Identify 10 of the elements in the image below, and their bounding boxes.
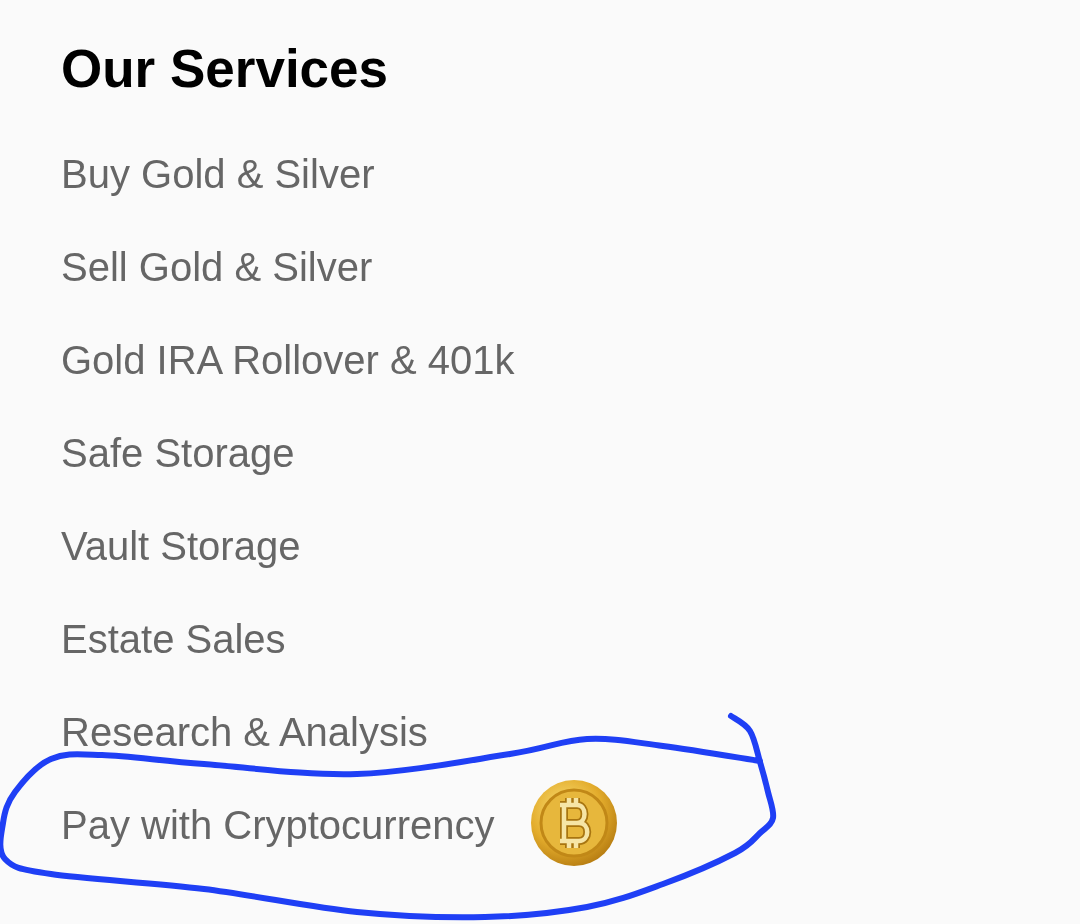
service-link[interactable]: Buy Gold & Silver — [61, 150, 375, 198]
service-link[interactable]: Pay with Cryptocurrency — [61, 801, 495, 849]
coin-icon — [530, 779, 619, 867]
service-link[interactable]: Safe Storage — [61, 429, 295, 477]
service-link[interactable]: Sell Gold & Silver — [61, 243, 373, 291]
service-link[interactable]: Vault Storage — [61, 522, 301, 570]
service-link[interactable]: Estate Sales — [61, 615, 286, 663]
service-link[interactable]: Research & Analysis — [61, 708, 428, 756]
section-heading: Our Services — [61, 38, 389, 100]
service-link[interactable]: Gold IRA Rollover & 401k — [61, 336, 515, 384]
